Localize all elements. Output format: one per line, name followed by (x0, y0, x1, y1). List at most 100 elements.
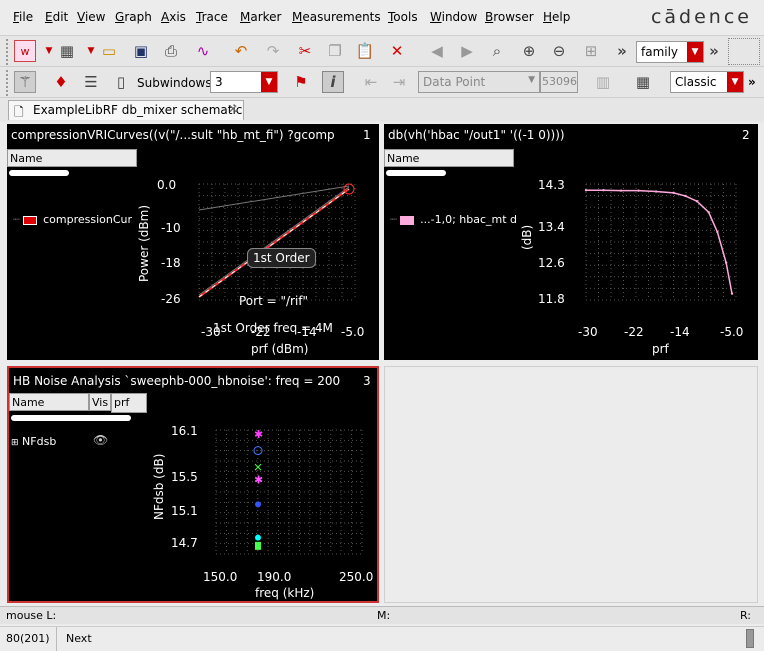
legend-header-name[interactable]: Name (384, 149, 514, 167)
resize-handle[interactable] (746, 629, 754, 648)
menu-browser[interactable]: Browser (485, 10, 534, 24)
data-point[interactable] (654, 190, 658, 193)
back-icon[interactable]: ◀ (426, 40, 448, 62)
data-point[interactable]: ✱ (254, 474, 263, 487)
menu-measurements[interactable]: Measurements (292, 10, 381, 24)
tab-label: ExampleLibRF db_mixer schematic (33, 103, 243, 117)
data-point[interactable] (707, 211, 710, 214)
calculator-icon[interactable]: ▦ (632, 71, 654, 93)
callout-label[interactable]: 1st Order (247, 248, 316, 268)
cut-icon[interactable]: ✂ (294, 40, 316, 62)
legend-entry[interactable]: ⊞ NFdsb (11, 435, 56, 448)
undo-icon[interactable]: ↶ (230, 40, 252, 62)
legend-header-name[interactable]: Name (9, 393, 89, 411)
expand-icon[interactable]: ⊞ (11, 438, 19, 448)
zoom-xy-icon[interactable]: ⊞ (580, 40, 602, 62)
value-field-text: 53096 (542, 75, 577, 88)
status-mouse-middle: M: (377, 609, 391, 622)
data-point[interactable] (255, 541, 261, 550)
prev-point-icon[interactable]: ⇤ (360, 71, 382, 93)
new-window-icon[interactable]: w (14, 40, 36, 62)
plot-area-1[interactable] (197, 182, 357, 302)
menu-trace[interactable]: Trace (196, 10, 228, 24)
info-icon[interactable]: i (322, 71, 344, 93)
cards-icon[interactable]: ♦ (50, 71, 72, 93)
chevron-down-icon[interactable]: ▼ (727, 72, 743, 92)
toolbar-grip[interactable] (6, 39, 11, 65)
bar-chart-icon[interactable]: ▥ (592, 71, 614, 93)
close-icon[interactable]: ✕ (228, 102, 238, 116)
toolbar-overflow-2[interactable]: » (703, 40, 725, 62)
data-point[interactable] (602, 189, 605, 192)
menu-bar: File Edit View Graph Axis Trace Marker M… (0, 0, 764, 36)
menu-marker[interactable]: Marker (240, 10, 281, 24)
data-point[interactable] (619, 189, 623, 192)
legend-header-vis[interactable]: Vis (89, 393, 111, 411)
data-point[interactable] (724, 261, 728, 264)
status-bar: mouse L: M: R: (0, 606, 764, 624)
subwindow-empty[interactable] (384, 366, 758, 603)
plot-area-2[interactable] (584, 182, 738, 302)
classic-combo[interactable]: Classic ▼ (670, 71, 744, 93)
chevron-down-icon[interactable]: ▼ (687, 42, 703, 62)
data-point-combo[interactable]: Data Point ▼ (418, 71, 540, 93)
x-axis-label: prf (652, 342, 669, 356)
tab-schematic[interactable]: 🗋 ExampleLibRF db_mixer schematic ✕ (8, 100, 244, 120)
subwindows-combo[interactable]: 3 ▼ (210, 71, 278, 93)
data-point[interactable] (730, 292, 734, 295)
legend-entry[interactable]: ┈ compressionCur (13, 213, 132, 226)
delete-icon[interactable]: ✕ (386, 40, 408, 62)
legend-header-name[interactable]: Name (7, 149, 137, 167)
menu-edit[interactable]: Edit (45, 10, 68, 24)
data-point[interactable] (695, 200, 699, 203)
subwindow-layout-icon[interactable]: ▦ (56, 40, 78, 62)
chevron-down-icon[interactable]: ▼ (261, 72, 277, 92)
legend-entry[interactable]: ┈ ...-1,0; hbac_mt d (390, 213, 517, 226)
subwindow-3[interactable]: HB Noise Analysis `sweephb-000_hbnoise':… (7, 366, 379, 603)
subwindow-number: 1 (363, 128, 371, 142)
eye-icon[interactable]: 👁 (93, 433, 108, 447)
value-field[interactable]: 53096 (540, 71, 578, 93)
zoom-in-icon[interactable]: ⊕ (518, 40, 540, 62)
subwindow-2[interactable]: db(vh('hbac "/out1" '((-1 0)))) 2 Name ┈… (384, 124, 758, 360)
paste-icon[interactable]: 📋 (354, 40, 376, 62)
subwindow-1[interactable]: compressionVRICurves((v("/...sult "hb_mt… (7, 124, 379, 360)
family-combo[interactable]: family ▼ (636, 41, 704, 63)
legend-header-prf[interactable]: prf (111, 393, 147, 413)
menu-graph[interactable]: Graph (115, 10, 152, 24)
toolbar-overflow-3[interactable]: » (748, 75, 756, 89)
data-point[interactable] (684, 194, 687, 198)
waveform-icon[interactable]: ∿ (192, 40, 214, 62)
stack-vertical-icon[interactable]: ▯ (110, 71, 132, 93)
redo-icon[interactable]: ↷ (262, 40, 284, 62)
copy-icon[interactable]: ❐ (324, 40, 346, 62)
toolbar-overflow-1[interactable]: » (611, 40, 633, 62)
plot-area-3[interactable]: ✱✱ (214, 428, 364, 556)
data-point[interactable] (584, 189, 588, 192)
subwindows-value: 3 (215, 75, 223, 89)
chevron-down-icon[interactable]: ▼ (528, 75, 535, 85)
data-point[interactable] (255, 534, 261, 541)
select-wand-icon[interactable]: ⚚ (14, 71, 36, 93)
data-point[interactable] (637, 189, 640, 192)
data-point[interactable] (255, 501, 261, 508)
print-icon[interactable]: ⎙ (160, 40, 182, 62)
save-icon[interactable]: ▣ (130, 40, 152, 62)
menu-axis[interactable]: Axis (161, 10, 186, 24)
flag-icon[interactable]: ⚑ (290, 71, 312, 93)
menu-help[interactable]: Help (543, 10, 570, 24)
zoom-out-icon[interactable]: ⊖ (548, 40, 570, 62)
stack-horizontal-icon[interactable]: ☰ (80, 71, 102, 93)
data-point[interactable]: ✱ (254, 428, 263, 441)
open-folder-icon[interactable]: ▭ (98, 40, 120, 62)
menu-tools[interactable]: Tools (388, 10, 418, 24)
data-point[interactable] (716, 230, 719, 234)
forward-icon[interactable]: ▶ (456, 40, 478, 62)
data-point[interactable] (672, 191, 675, 195)
toolbar-grip[interactable] (6, 70, 11, 96)
menu-view[interactable]: View (77, 10, 105, 24)
menu-file[interactable]: File (13, 10, 33, 24)
next-point-icon[interactable]: ⇥ (388, 71, 410, 93)
zoom-fit-icon[interactable]: ⌕ (486, 40, 508, 62)
menu-window[interactable]: Window (430, 10, 477, 24)
